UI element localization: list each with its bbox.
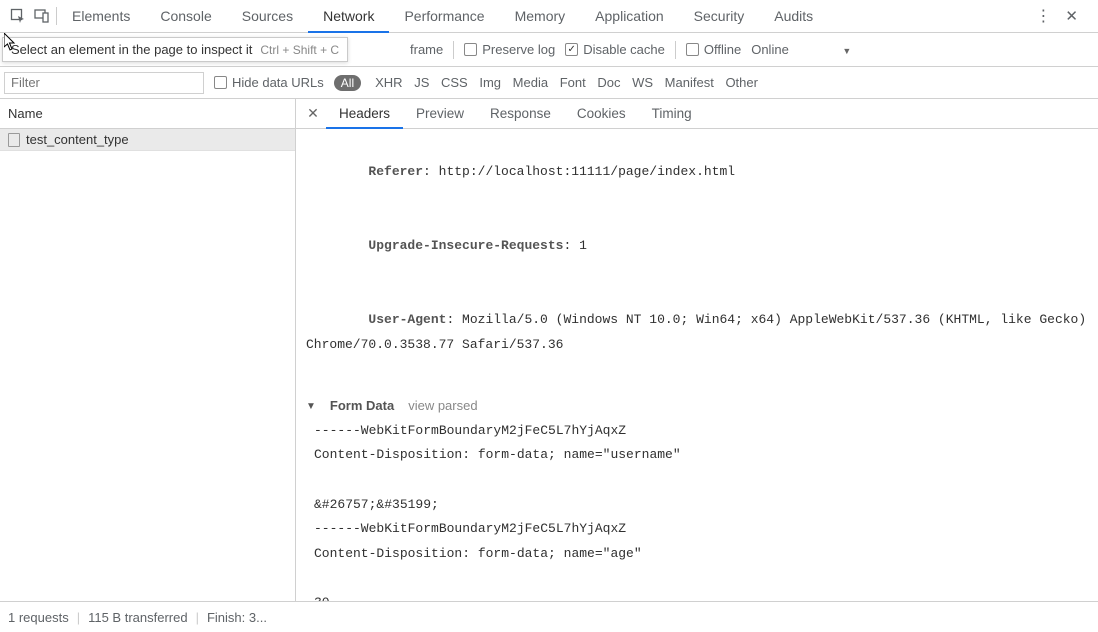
filter-type-xhr[interactable]: XHR [371, 75, 406, 90]
offline-checkbox[interactable]: Offline [686, 42, 741, 57]
requests-list: test_content_type [0, 129, 295, 601]
tooltip-text: Select an element in the page to inspect… [11, 42, 252, 57]
filter-type-doc[interactable]: Doc [593, 75, 624, 90]
tab-memory[interactable]: Memory [500, 0, 581, 33]
status-finish: Finish: 3... [207, 610, 267, 625]
divider [453, 41, 454, 59]
close-devtools-icon[interactable]: ✕ [1065, 7, 1078, 25]
offline-label: Offline [704, 42, 741, 57]
device-toolbar-icon[interactable] [32, 6, 52, 26]
requests-list-pane: Name test_content_type [0, 99, 296, 601]
tab-elements[interactable]: Elements [57, 0, 145, 33]
detail-tab-cookies[interactable]: Cookies [564, 99, 639, 129]
hide-data-urls-label: Hide data URLs [232, 75, 324, 90]
caret-down-icon: ▼ [306, 397, 316, 416]
tab-console[interactable]: Console [145, 0, 226, 33]
divider [675, 41, 676, 59]
detail-tabs: ✕ HeadersPreviewResponseCookiesTiming [296, 99, 1098, 129]
header-referer: Referer: http://localhost:11111/page/ind… [306, 135, 1088, 209]
form-data-section-header[interactable]: ▼ Form Data view parsed [306, 394, 1088, 419]
inspect-tooltip: Select an element in the page to inspect… [2, 37, 348, 62]
preserve-log-checkbox[interactable]: Preserve log [464, 42, 555, 57]
headers-panel[interactable]: Referer: http://localhost:11111/page/ind… [296, 129, 1098, 601]
kebab-menu-icon[interactable]: ⋮ [1035, 6, 1051, 26]
throttling-value: Online [751, 42, 789, 57]
detail-tab-timing[interactable]: Timing [639, 99, 705, 129]
tab-audits[interactable]: Audits [759, 0, 828, 33]
chevron-down-icon: ▼ [842, 46, 851, 56]
detail-tab-response[interactable]: Response [477, 99, 564, 129]
network-status-bar: 1 requests | 115 B transferred | Finish:… [0, 601, 1098, 632]
filter-type-js[interactable]: JS [410, 75, 433, 90]
network-filter-bar: Hide data URLs All XHR JS CSS Img Media … [0, 67, 1098, 99]
request-detail-pane: ✕ HeadersPreviewResponseCookiesTiming Re… [296, 99, 1098, 601]
disable-cache-label: Disable cache [583, 42, 665, 57]
status-requests: 1 requests [8, 610, 69, 625]
tooltip-shortcut: Ctrl + Shift + C [260, 43, 339, 57]
requests-name-header[interactable]: Name [0, 99, 295, 129]
document-icon [8, 133, 20, 147]
status-transferred: 115 B transferred [88, 610, 187, 625]
filter-type-ws[interactable]: WS [628, 75, 657, 90]
close-detail-icon[interactable]: ✕ [300, 105, 326, 122]
throttling-select[interactable]: Online ▼ [751, 42, 851, 57]
devtools-top-tabs: ElementsConsoleSourcesNetworkPerformance… [0, 0, 1098, 33]
network-main: Name test_content_type ✕ HeadersPreviewR… [0, 99, 1098, 601]
hide-data-urls-checkbox[interactable]: Hide data URLs [214, 75, 324, 90]
filter-type-font[interactable]: Font [556, 75, 590, 90]
frame-selector-text[interactable]: frame [410, 42, 443, 57]
form-data-body: ------WebKitFormBoundaryM2jFeC5L7hYjAqxZ… [306, 419, 1088, 601]
detail-tab-headers[interactable]: Headers [326, 99, 403, 129]
preserve-log-label: Preserve log [482, 42, 555, 57]
detail-tab-preview[interactable]: Preview [403, 99, 477, 129]
header-upgrade-insecure: Upgrade-Insecure-Requests: 1 [306, 209, 1088, 283]
header-user-agent: User-Agent: Mozilla/5.0 (Windows NT 10.0… [306, 283, 1088, 382]
filter-all-pill[interactable]: All [334, 75, 361, 91]
request-name: test_content_type [26, 132, 129, 147]
filter-type-media[interactable]: Media [509, 75, 552, 90]
divider: | [196, 610, 199, 625]
network-toolbar: Select an element in the page to inspect… [0, 33, 1098, 67]
form-data-title: Form Data [330, 394, 394, 419]
filter-type-img[interactable]: Img [475, 75, 505, 90]
disable-cache-checkbox[interactable]: Disable cache [565, 42, 665, 57]
tab-security[interactable]: Security [679, 0, 760, 33]
tab-performance[interactable]: Performance [389, 0, 499, 33]
filter-type-other[interactable]: Other [721, 75, 762, 90]
inspect-icon[interactable] [8, 6, 28, 26]
filter-type-manifest[interactable]: Manifest [661, 75, 718, 90]
filter-type-css[interactable]: CSS [437, 75, 472, 90]
divider: | [77, 610, 80, 625]
tab-network[interactable]: Network [308, 0, 389, 33]
filter-input[interactable] [4, 72, 204, 94]
tab-sources[interactable]: Sources [227, 0, 308, 33]
request-row[interactable]: test_content_type [0, 129, 295, 151]
view-parsed-link[interactable]: view parsed [408, 394, 477, 419]
tab-application[interactable]: Application [580, 0, 679, 33]
